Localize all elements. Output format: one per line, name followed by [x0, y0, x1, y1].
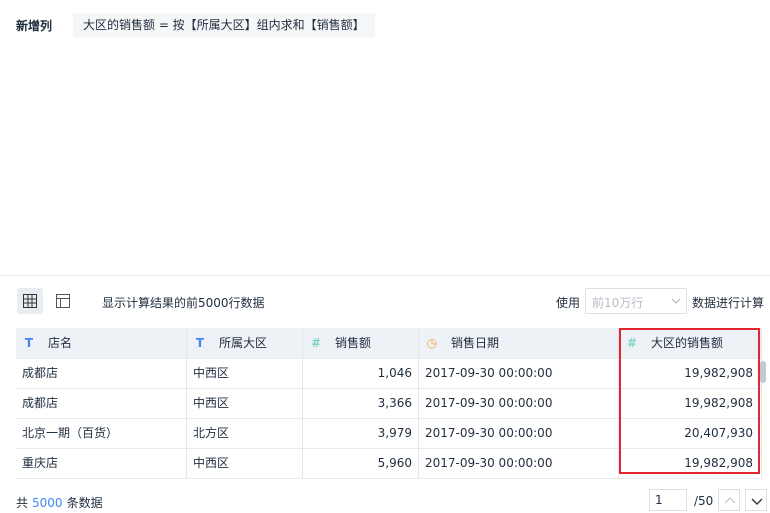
column-header-label: 销售日期 — [451, 336, 500, 350]
new-column-label: 新增列 — [16, 19, 53, 33]
table-cell: 重庆店 — [16, 448, 187, 478]
total-prefix: 共 — [16, 496, 29, 510]
total-suffix: 条数据 — [66, 496, 103, 510]
table-cell: 2017-09-30 00:00:00 — [419, 448, 619, 478]
use-label: 使用 — [556, 296, 581, 310]
page-total: /50 — [694, 494, 714, 508]
text-type-icon: T — [195, 336, 205, 350]
preview-hint: 显示计算结果的前5000行数据 — [102, 296, 265, 310]
date-type-icon: ◷ — [426, 336, 438, 350]
table-cell: 3,366 — [303, 388, 419, 418]
table-cell: 2017-09-30 00:00:00 — [419, 388, 619, 418]
table-cell: 中西区 — [187, 448, 303, 478]
calc-suffix-label: 数据进行计算 — [692, 296, 765, 310]
table-cell: 北京一期（百货） — [16, 418, 187, 448]
highlight-box — [619, 328, 760, 474]
page-number-input[interactable]: 1 — [649, 489, 687, 511]
row-limit-value: 前10万行 — [592, 296, 644, 310]
column-header-label: 销售额 — [335, 336, 372, 350]
table-cell: 5,960 — [303, 448, 419, 478]
column-header-date[interactable]: ◷ 销售日期 — [419, 328, 619, 358]
total-number: 5000 — [32, 496, 63, 510]
table-cell: 3,979 — [303, 418, 419, 448]
column-header-region[interactable]: T 所属大区 — [187, 328, 303, 358]
grid-icon — [23, 294, 37, 308]
column-header-store[interactable]: T 店名 — [16, 328, 187, 358]
chevron-down-icon — [671, 298, 681, 304]
table-cell: 2017-09-30 00:00:00 — [419, 358, 619, 388]
number-type-icon: # — [310, 336, 322, 350]
next-page-button[interactable] — [745, 489, 767, 511]
field-view-button[interactable] — [50, 288, 76, 314]
preview-toolbar: 显示计算结果的前5000行数据 使用 前10万行 数据进行计算 — [0, 286, 770, 316]
previous-page-button[interactable] — [718, 489, 740, 511]
table-cell: 2017-09-30 00:00:00 — [419, 418, 619, 448]
column-header-label: 店名 — [48, 336, 73, 350]
table-cell: 中西区 — [187, 358, 303, 388]
layout-icon — [56, 294, 70, 308]
table-cell: 成都店 — [16, 358, 187, 388]
column-header-label: 所属大区 — [219, 336, 268, 350]
text-type-icon: T — [24, 336, 34, 350]
table-cell: 成都店 — [16, 388, 187, 418]
table-cell: 中西区 — [187, 388, 303, 418]
column-header-sales[interactable]: # 销售额 — [303, 328, 419, 358]
chevron-down-icon — [751, 498, 763, 505]
chevron-up-icon — [724, 497, 736, 504]
vertical-scrollbar[interactable] — [760, 361, 766, 383]
grid-view-button[interactable] — [17, 288, 43, 314]
row-limit-select[interactable]: 前10万行 — [585, 288, 687, 314]
total-count: 共 5000 条数据 — [16, 494, 103, 511]
table-cell: 北方区 — [187, 418, 303, 448]
table-cell: 1,046 — [303, 358, 419, 388]
formula-panel: 新增列 大区的销售额 = 按【所属大区】组内求和【销售额】 — [0, 0, 770, 276]
formula-expression[interactable]: 大区的销售额 = 按【所属大区】组内求和【销售额】 — [73, 13, 375, 37]
